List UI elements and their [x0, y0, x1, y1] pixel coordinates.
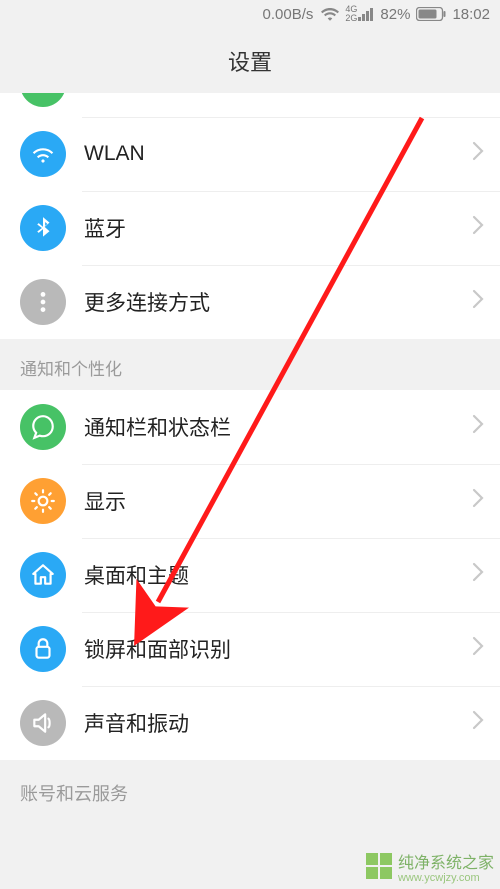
chevron-right-icon — [472, 289, 484, 315]
status-time: 18:02 — [452, 6, 490, 23]
settings-item-label: WLAN — [84, 142, 472, 166]
chevron-right-icon — [472, 414, 484, 440]
bluetooth-icon — [20, 205, 66, 251]
settings-item-label: 显示 — [84, 486, 472, 516]
transfer-icon — [20, 93, 66, 107]
settings-list[interactable]: WLAN 蓝牙 更多连接方式 通知和个性化 — [0, 93, 500, 889]
settings-item-label: 蓝牙 — [84, 213, 472, 243]
settings-item-lockscreen[interactable]: 锁屏和面部识别 — [0, 612, 500, 686]
sound-icon — [20, 700, 66, 746]
home-icon — [20, 552, 66, 598]
settings-item-label: 更多连接方式 — [84, 287, 472, 317]
lock-icon — [20, 626, 66, 672]
chevron-right-icon — [472, 488, 484, 514]
chevron-right-icon — [472, 636, 484, 662]
page-title: 设置 — [0, 28, 500, 93]
settings-item-label: 锁屏和面部识别 — [84, 634, 472, 664]
settings-item-wlan[interactable]: WLAN — [0, 117, 500, 191]
settings-item-label: 桌面和主题 — [84, 560, 472, 590]
group-connectivity: WLAN 蓝牙 更多连接方式 — [0, 93, 500, 339]
chevron-right-icon — [472, 141, 484, 167]
settings-item-sound[interactable]: 声音和振动 — [0, 686, 500, 760]
settings-item-label: 通知栏和状态栏 — [84, 412, 472, 442]
settings-item-more-connections[interactable]: 更多连接方式 — [0, 265, 500, 339]
section-heading-account: 账号和云服务 — [0, 760, 500, 806]
section-heading-personalize: 通知和个性化 — [0, 339, 500, 390]
display-icon — [20, 478, 66, 524]
chevron-right-icon — [472, 215, 484, 241]
settings-item-label: 声音和振动 — [84, 708, 472, 738]
settings-item-desktop-theme[interactable]: 桌面和主题 — [0, 538, 500, 612]
notification-icon — [20, 404, 66, 450]
group-personalize: 通知栏和状态栏 显示 桌面和主题 — [0, 390, 500, 760]
chevron-right-icon — [472, 710, 484, 736]
battery-icon — [416, 7, 446, 21]
settings-item-display[interactable]: 显示 — [0, 464, 500, 538]
battery-percent: 82% — [380, 6, 410, 23]
settings-item-transfer[interactable] — [0, 93, 500, 117]
status-net-speed: 0.00B/s — [263, 6, 314, 23]
chevron-right-icon — [472, 93, 484, 99]
settings-item-bluetooth[interactable]: 蓝牙 — [0, 191, 500, 265]
wifi-icon — [20, 131, 66, 177]
wifi-icon — [321, 7, 339, 21]
settings-item-notification[interactable]: 通知栏和状态栏 — [0, 390, 500, 464]
chevron-right-icon — [472, 562, 484, 588]
more-icon — [20, 279, 66, 325]
signal-icon: 4G 2G — [345, 5, 374, 23]
status-bar: 0.00B/s 4G 2G 82% 18:02 — [0, 0, 500, 28]
